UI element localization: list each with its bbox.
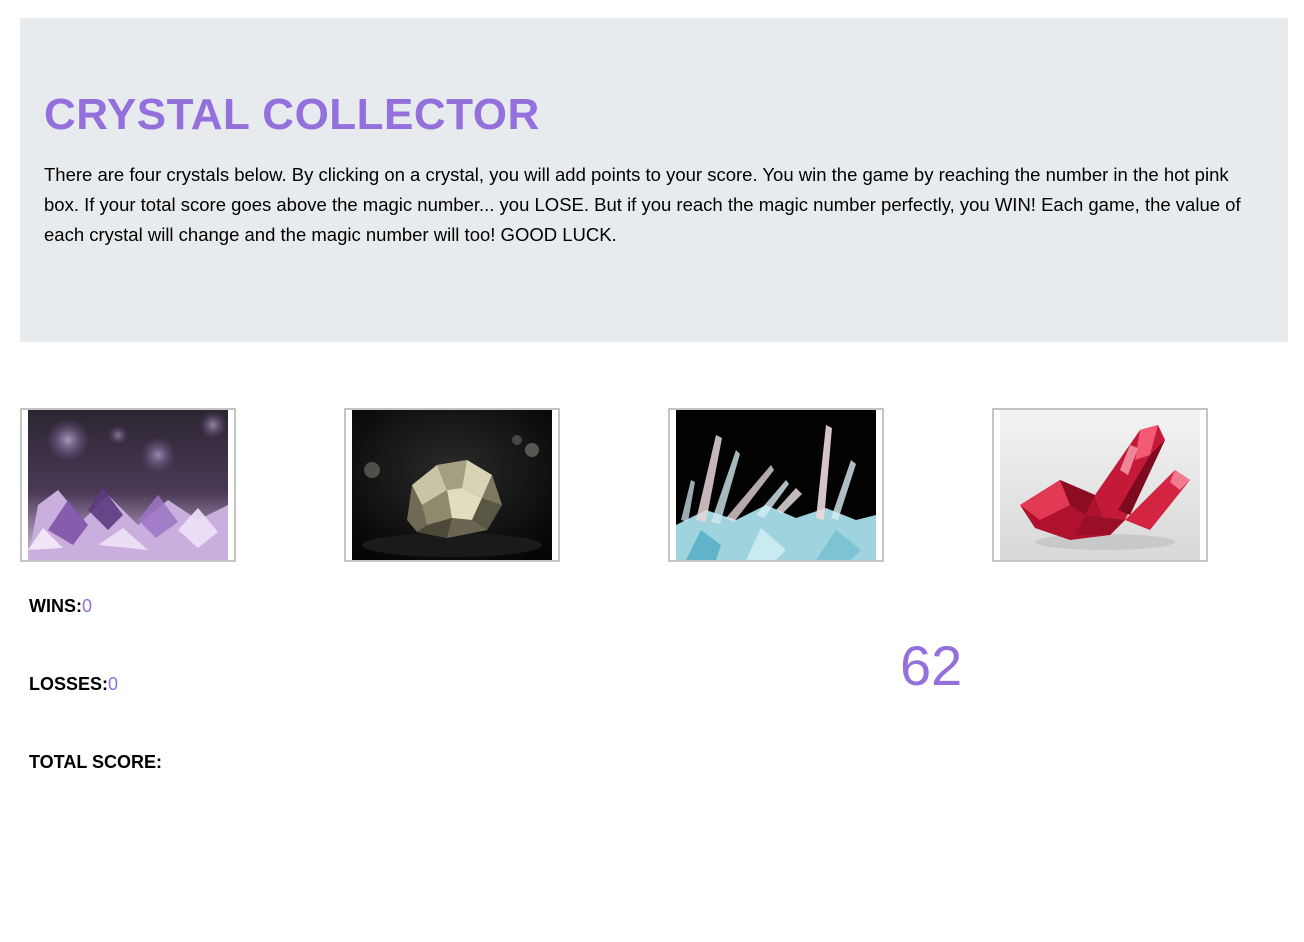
crystal-button-pyrite[interactable] (344, 408, 560, 562)
losses-label: LOSSES: (29, 674, 109, 694)
crystal-button-clear-blue[interactable] (668, 408, 884, 562)
ruby-crystal-image (1000, 410, 1200, 560)
wins-value: 0 (82, 596, 93, 616)
game-instructions: There are four crystals below. By clicki… (44, 164, 1241, 245)
game-title: CRYSTAL COLLECTOR (44, 90, 540, 139)
wins-label: WINS: (29, 596, 82, 616)
crystal-button-amethyst[interactable] (20, 408, 236, 562)
header-panel: CRYSTAL COLLECTOR There are four crystal… (20, 18, 1288, 342)
crystal-button-ruby[interactable] (992, 408, 1208, 562)
amethyst-crystal-image (28, 410, 228, 560)
clear-blue-crystal-image (676, 410, 876, 560)
losses-value: 0 (108, 674, 119, 694)
magic-number: 62 (900, 634, 963, 697)
wins-stat: WINS:0 (29, 595, 92, 617)
page: CRYSTAL COLLECTOR There are four crystal… (0, 0, 1304, 942)
total-score-label: TOTAL SCORE: (29, 752, 163, 772)
pyrite-crystal-image (352, 410, 552, 560)
losses-stat: LOSSES:0 (29, 673, 118, 695)
total-score-stat: TOTAL SCORE: (29, 751, 162, 773)
